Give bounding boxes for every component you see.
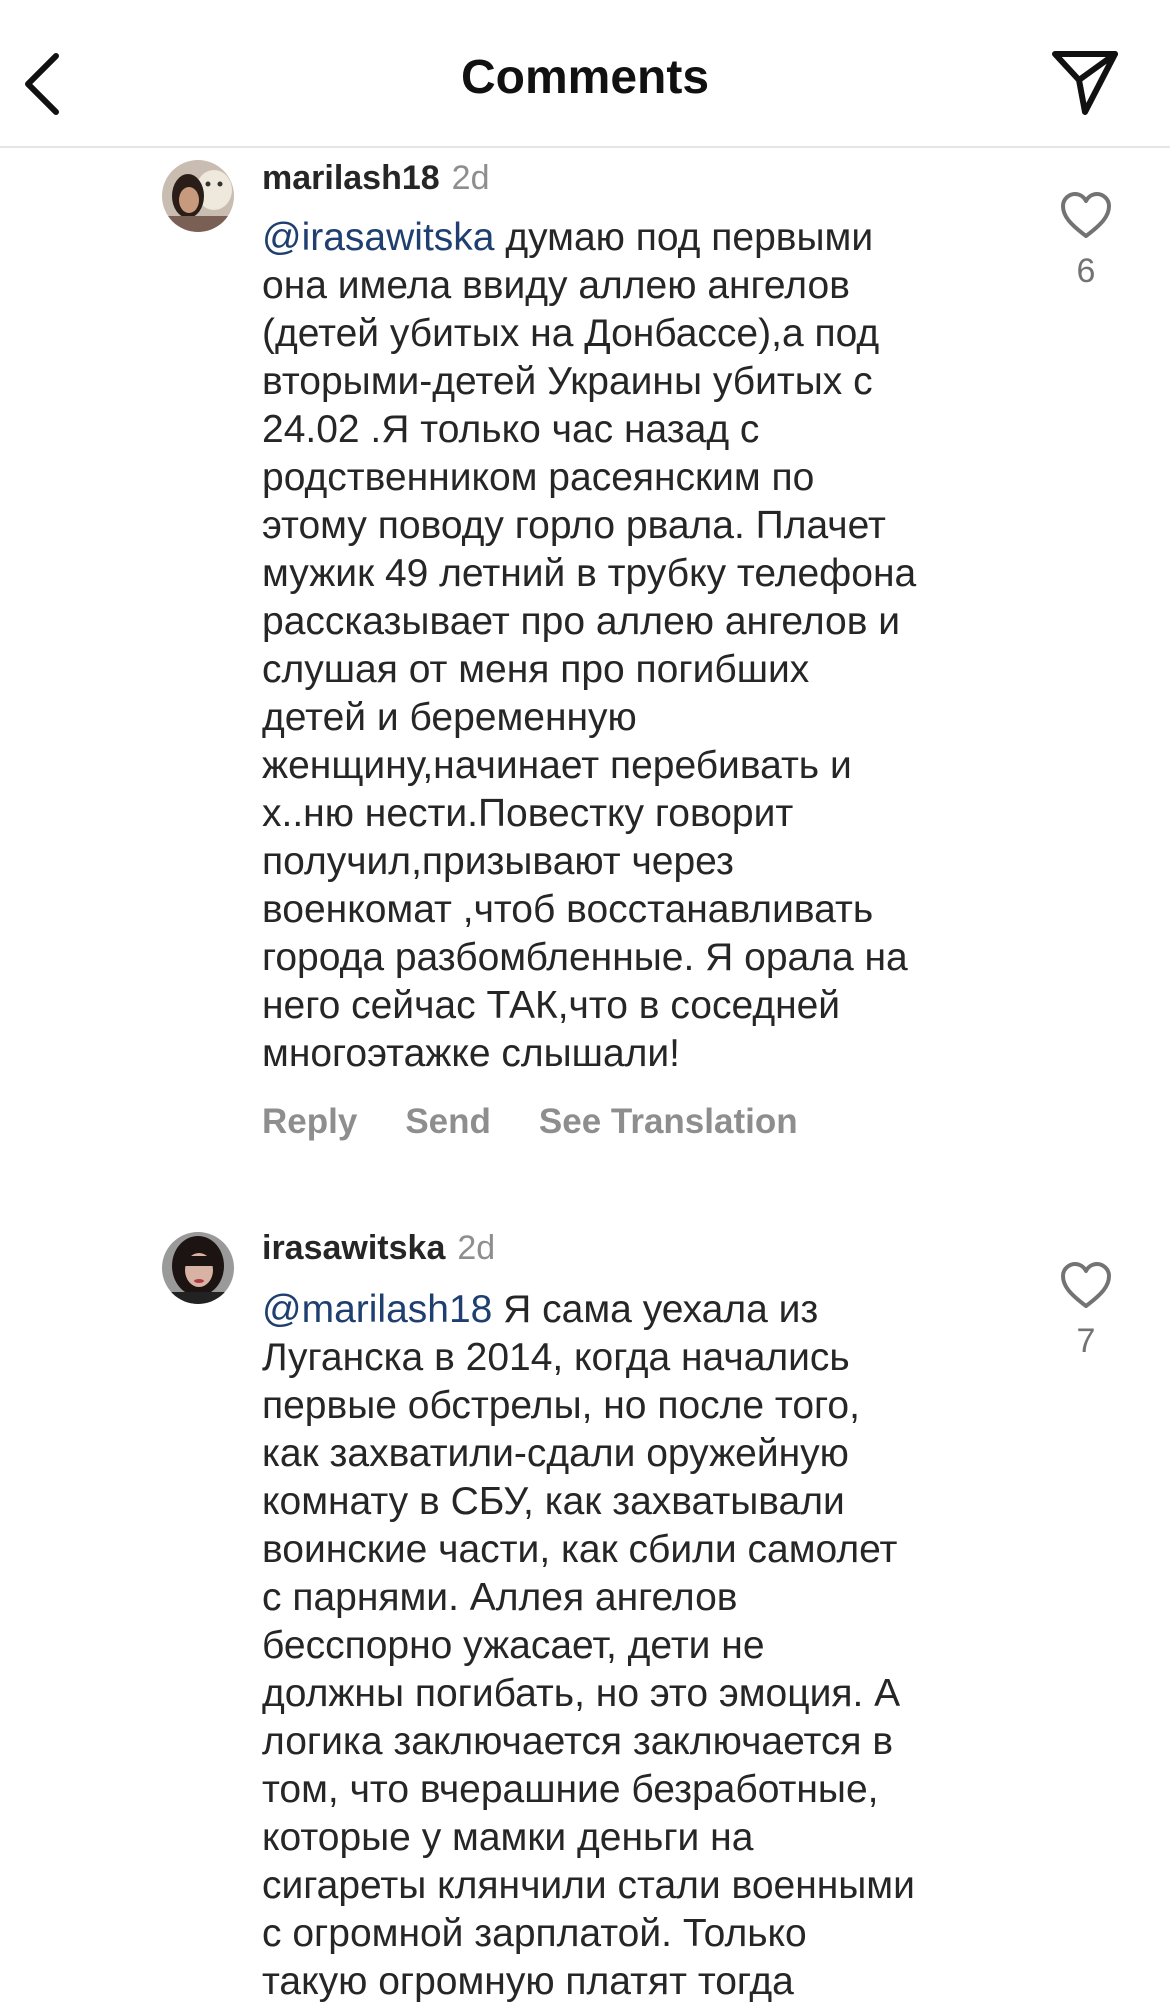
see-translation-button[interactable]: See Translation <box>539 1102 798 1141</box>
mention-link[interactable]: @marilash18 <box>262 1288 492 1331</box>
comment-username[interactable]: irasawitska <box>262 1229 445 1267</box>
heart-icon <box>1061 1262 1111 1308</box>
comment-text: @irasawitska думаю под первыми она имела… <box>262 216 917 1075</box>
like-button[interactable] <box>1060 192 1112 240</box>
comment-meta: marilash18 2d <box>262 158 490 198</box>
heart-icon <box>1061 192 1111 238</box>
comment-username[interactable]: marilash18 <box>262 159 440 197</box>
user-photo-avatar <box>162 1232 234 1304</box>
like-count: 6 <box>1076 252 1096 290</box>
comment-timestamp: 2d <box>457 1229 496 1267</box>
send-button[interactable]: Send <box>405 1102 491 1141</box>
like-count: 7 <box>1076 1322 1096 1360</box>
share-button[interactable] <box>1049 46 1121 118</box>
comment-timestamp: 2d <box>451 159 490 197</box>
user-photo-avatar <box>162 160 234 232</box>
reply-button[interactable]: Reply <box>262 1102 357 1141</box>
comment-actions: Reply Send See Translation <box>262 1102 846 1142</box>
like-button[interactable] <box>1060 1262 1112 1310</box>
paper-plane-icon <box>1052 51 1118 115</box>
page-title: Comments <box>460 51 710 104</box>
comment-text: @marilash18 Я сама уехала из Луганска в … <box>262 1288 915 2003</box>
mention-link[interactable]: @irasawitska <box>262 216 494 259</box>
comment-meta: irasawitska 2d <box>262 1228 495 1268</box>
avatar[interactable] <box>162 1232 234 1304</box>
comments-header: Comments <box>0 0 1170 148</box>
avatar[interactable] <box>162 160 234 232</box>
